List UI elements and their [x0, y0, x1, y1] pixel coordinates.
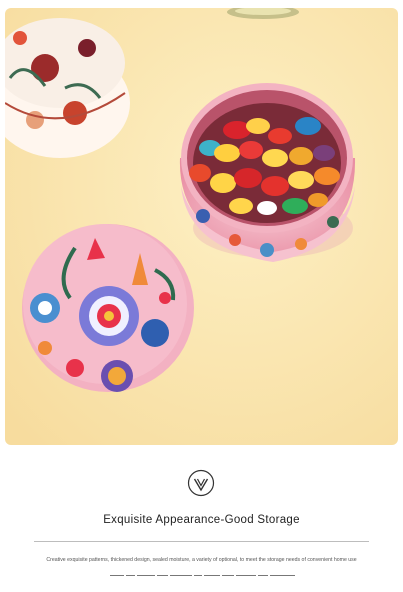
- open-tin-jelly-beans: [179, 83, 356, 262]
- section-description: Creative exquisite patterns, thickened d…: [46, 557, 357, 563]
- checkmark-v-badge-icon: [187, 469, 215, 497]
- section-headline: Exquisite Appearance-Good Storage: [103, 514, 300, 526]
- fine-print-strip: [110, 575, 295, 576]
- floral-tin-lid: [22, 224, 194, 392]
- divider: [34, 541, 369, 542]
- product-photo: [5, 8, 398, 445]
- decorated-tin-topleft: [5, 18, 130, 158]
